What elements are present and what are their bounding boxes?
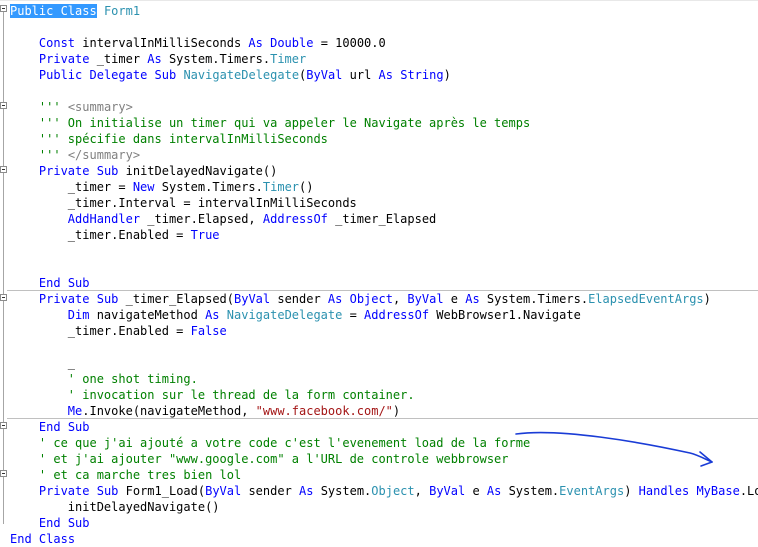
code-editor[interactable]: Public Class Form1 Const intervalInMilli…: [0, 0, 758, 546]
arrow-stroke: [515, 431, 713, 463]
hand-drawn-arrow: [515, 431, 713, 467]
